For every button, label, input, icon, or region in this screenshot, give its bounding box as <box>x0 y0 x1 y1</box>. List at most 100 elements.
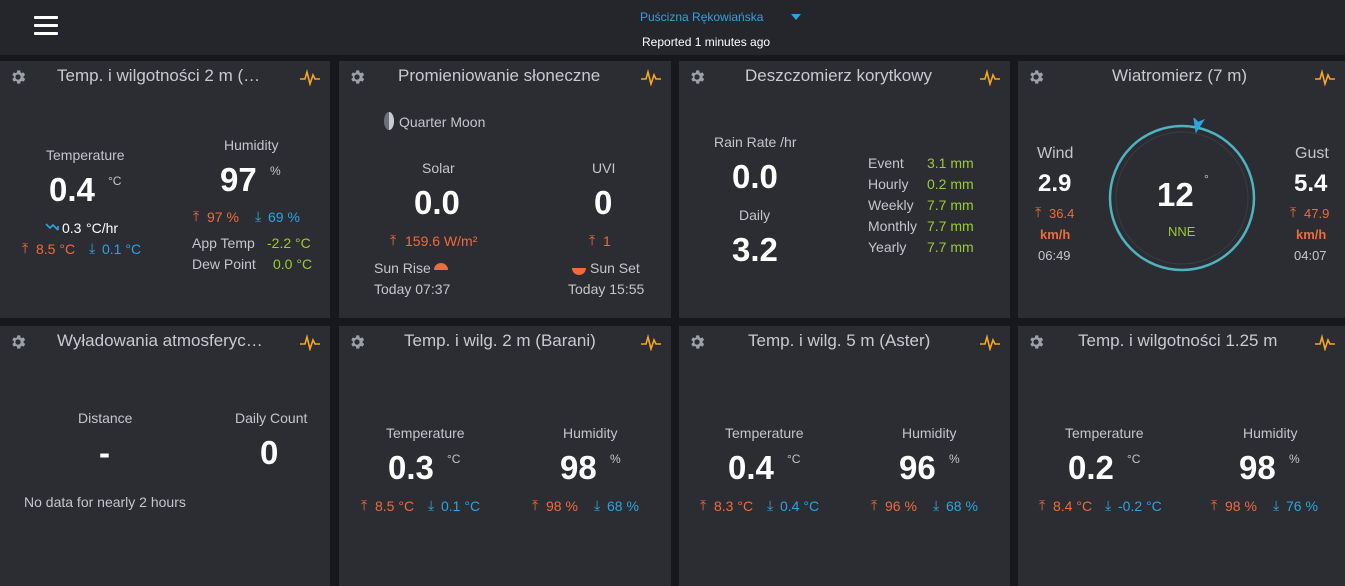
pulse-chart-icon[interactable] <box>640 333 662 351</box>
humidity-unit: % <box>1289 452 1300 466</box>
gust-time: 04:07 <box>1294 248 1327 263</box>
weekly-label: Weekly <box>868 197 914 213</box>
gust-high: 47.9 <box>1304 206 1330 221</box>
card-title: Temp. i wilg. 5 m (Aster) <box>748 331 931 350</box>
sunset-time: Today 15:55 <box>568 281 645 297</box>
event-label: Event <box>868 155 904 171</box>
card-rain: Deszczomierz korytkowy Rain Rate /hr 0.0… <box>679 61 1010 318</box>
app-temp-label: App Temp <box>192 235 255 251</box>
gust-label: Gust <box>1295 145 1329 162</box>
temperature-unit: °C <box>787 452 801 466</box>
pulse-chart-icon[interactable] <box>1314 68 1336 86</box>
card-title: Promieniowanie słoneczne <box>398 66 601 85</box>
temperature-high: 8.5 °C <box>36 241 76 257</box>
humidity-value: 96 <box>899 449 936 486</box>
yearly-value: 7.7 mm <box>927 239 974 255</box>
dew-point-value: 0.0 °C <box>273 256 313 272</box>
monthly-label: Monthly <box>868 218 918 234</box>
wind-high: 36.4 <box>1049 206 1075 221</box>
gear-icon[interactable] <box>348 333 366 351</box>
arrow-down-icon: ⤓ <box>1105 497 1112 513</box>
station-selector[interactable]: Puścizna Rękowiańska <box>640 10 763 24</box>
humidity-low: 76 % <box>1286 498 1318 514</box>
humidity-value: 98 <box>560 449 597 486</box>
arrow-up-icon: ⤒ <box>361 497 368 513</box>
distance-value: - <box>99 434 110 471</box>
card-temp-humidity-barani: Temp. i wilg. 2 m (Barani) Temperature 0… <box>339 326 671 586</box>
arrow-up-icon: ⤒ <box>1211 497 1218 513</box>
card-lightning: Wyładowania atmosferyc… Distance - Daily… <box>0 326 330 586</box>
arrow-down-icon: ⤓ <box>933 497 940 513</box>
pulse-chart-icon[interactable] <box>640 68 662 86</box>
pulse-chart-icon[interactable] <box>299 333 321 351</box>
gear-icon[interactable] <box>348 68 366 86</box>
card-wind: Wiatromierz (7 m) Wind 2.9 ⤒ 36.4 km/h 0… <box>1018 61 1345 318</box>
no-data-note: No data for nearly 2 hours <box>24 494 186 510</box>
hourly-value: 0.2 mm <box>927 176 974 192</box>
top-bar: Puścizna Rękowiańska Reported 1 minutes … <box>0 0 1345 55</box>
gear-icon[interactable] <box>9 68 27 86</box>
yearly-label: Yearly <box>868 239 907 255</box>
temperature-high: 8.5 °C <box>375 498 415 514</box>
solar-high: 159.6 W/m² <box>405 233 478 249</box>
temperature-low: 0.1 °C <box>102 241 142 257</box>
gear-icon[interactable] <box>688 333 706 351</box>
arrow-up-icon: ⤒ <box>193 208 200 224</box>
daily-count-label: Daily Count <box>235 410 308 426</box>
humidity-value: 98 <box>1239 449 1276 486</box>
temperature-high: 8.4 °C <box>1053 498 1093 514</box>
humidity-label: Humidity <box>902 425 957 441</box>
monthly-value: 7.7 mm <box>927 218 974 234</box>
pulse-chart-icon[interactable] <box>299 68 321 86</box>
arrow-down-icon: ⤓ <box>1273 497 1280 513</box>
solar-label: Solar <box>422 160 455 176</box>
rain-rate-label: Rain Rate /hr <box>714 134 797 150</box>
temperature-unit: °C <box>1127 452 1141 466</box>
gear-icon[interactable] <box>688 68 706 86</box>
humidity-high: 97 % <box>207 209 239 225</box>
temperature-label: Temperature <box>46 147 125 163</box>
humidity-low: 68 % <box>607 498 639 514</box>
arrow-up-icon: ⤒ <box>390 232 397 248</box>
wind-time: 06:49 <box>1038 248 1071 263</box>
card-temp-humidity-2m: Temp. i wilgotności 2 m (… Temperature 0… <box>0 61 330 318</box>
wind-value: 2.9 <box>1038 170 1072 197</box>
humidity-high: 98 % <box>546 498 578 514</box>
humidity-unit: % <box>949 452 960 466</box>
sunset-label: Sun Set <box>590 260 640 276</box>
card-solar: Promieniowanie słoneczne Quarter Moon So… <box>339 61 671 318</box>
uvi-high: 1 <box>603 233 611 249</box>
card-title: Deszczomierz korytkowy <box>745 66 933 85</box>
temperature-label: Temperature <box>1065 425 1144 441</box>
arrow-down-icon: ⤓ <box>89 240 96 256</box>
humidity-low: 69 % <box>268 209 300 225</box>
gear-icon[interactable] <box>1027 333 1045 351</box>
gust-unit: km/h <box>1296 227 1327 242</box>
pulse-chart-icon[interactable] <box>979 68 1001 86</box>
temperature-value: 0.4 <box>49 171 95 208</box>
pulse-chart-icon[interactable] <box>979 333 1001 351</box>
daily-value: 3.2 <box>732 231 778 268</box>
card-title: Temp. i wilgotności 1.25 m <box>1078 331 1278 350</box>
sunrise-label: Sun Rise <box>374 260 431 276</box>
arrow-down-icon: ⤓ <box>255 208 262 224</box>
hourly-label: Hourly <box>868 176 909 192</box>
humidity-label: Humidity <box>1243 425 1298 441</box>
pulse-chart-icon[interactable] <box>1314 333 1336 351</box>
hamburger-menu-icon[interactable] <box>34 16 58 38</box>
temperature-low: 0.1 °C <box>441 498 481 514</box>
gear-icon[interactable] <box>9 333 27 351</box>
humidity-high: 98 % <box>1225 498 1257 514</box>
sunset-icon <box>572 268 586 275</box>
arrow-up-icon: ⤒ <box>700 497 707 513</box>
card-temp-humidity-125m: Temp. i wilgotności 1.25 m Temperature 0… <box>1018 326 1345 586</box>
humidity-high: 96 % <box>885 498 917 514</box>
temperature-unit: °C <box>447 452 461 466</box>
temperature-value: 0.3 <box>388 449 434 486</box>
chevron-down-icon[interactable] <box>791 14 801 20</box>
temperature-value: 0.4 <box>728 449 774 486</box>
temperature-unit: °C <box>108 174 122 188</box>
sunrise-icon <box>434 263 448 270</box>
gear-icon[interactable] <box>1027 68 1045 86</box>
humidity-label: Humidity <box>224 137 279 153</box>
